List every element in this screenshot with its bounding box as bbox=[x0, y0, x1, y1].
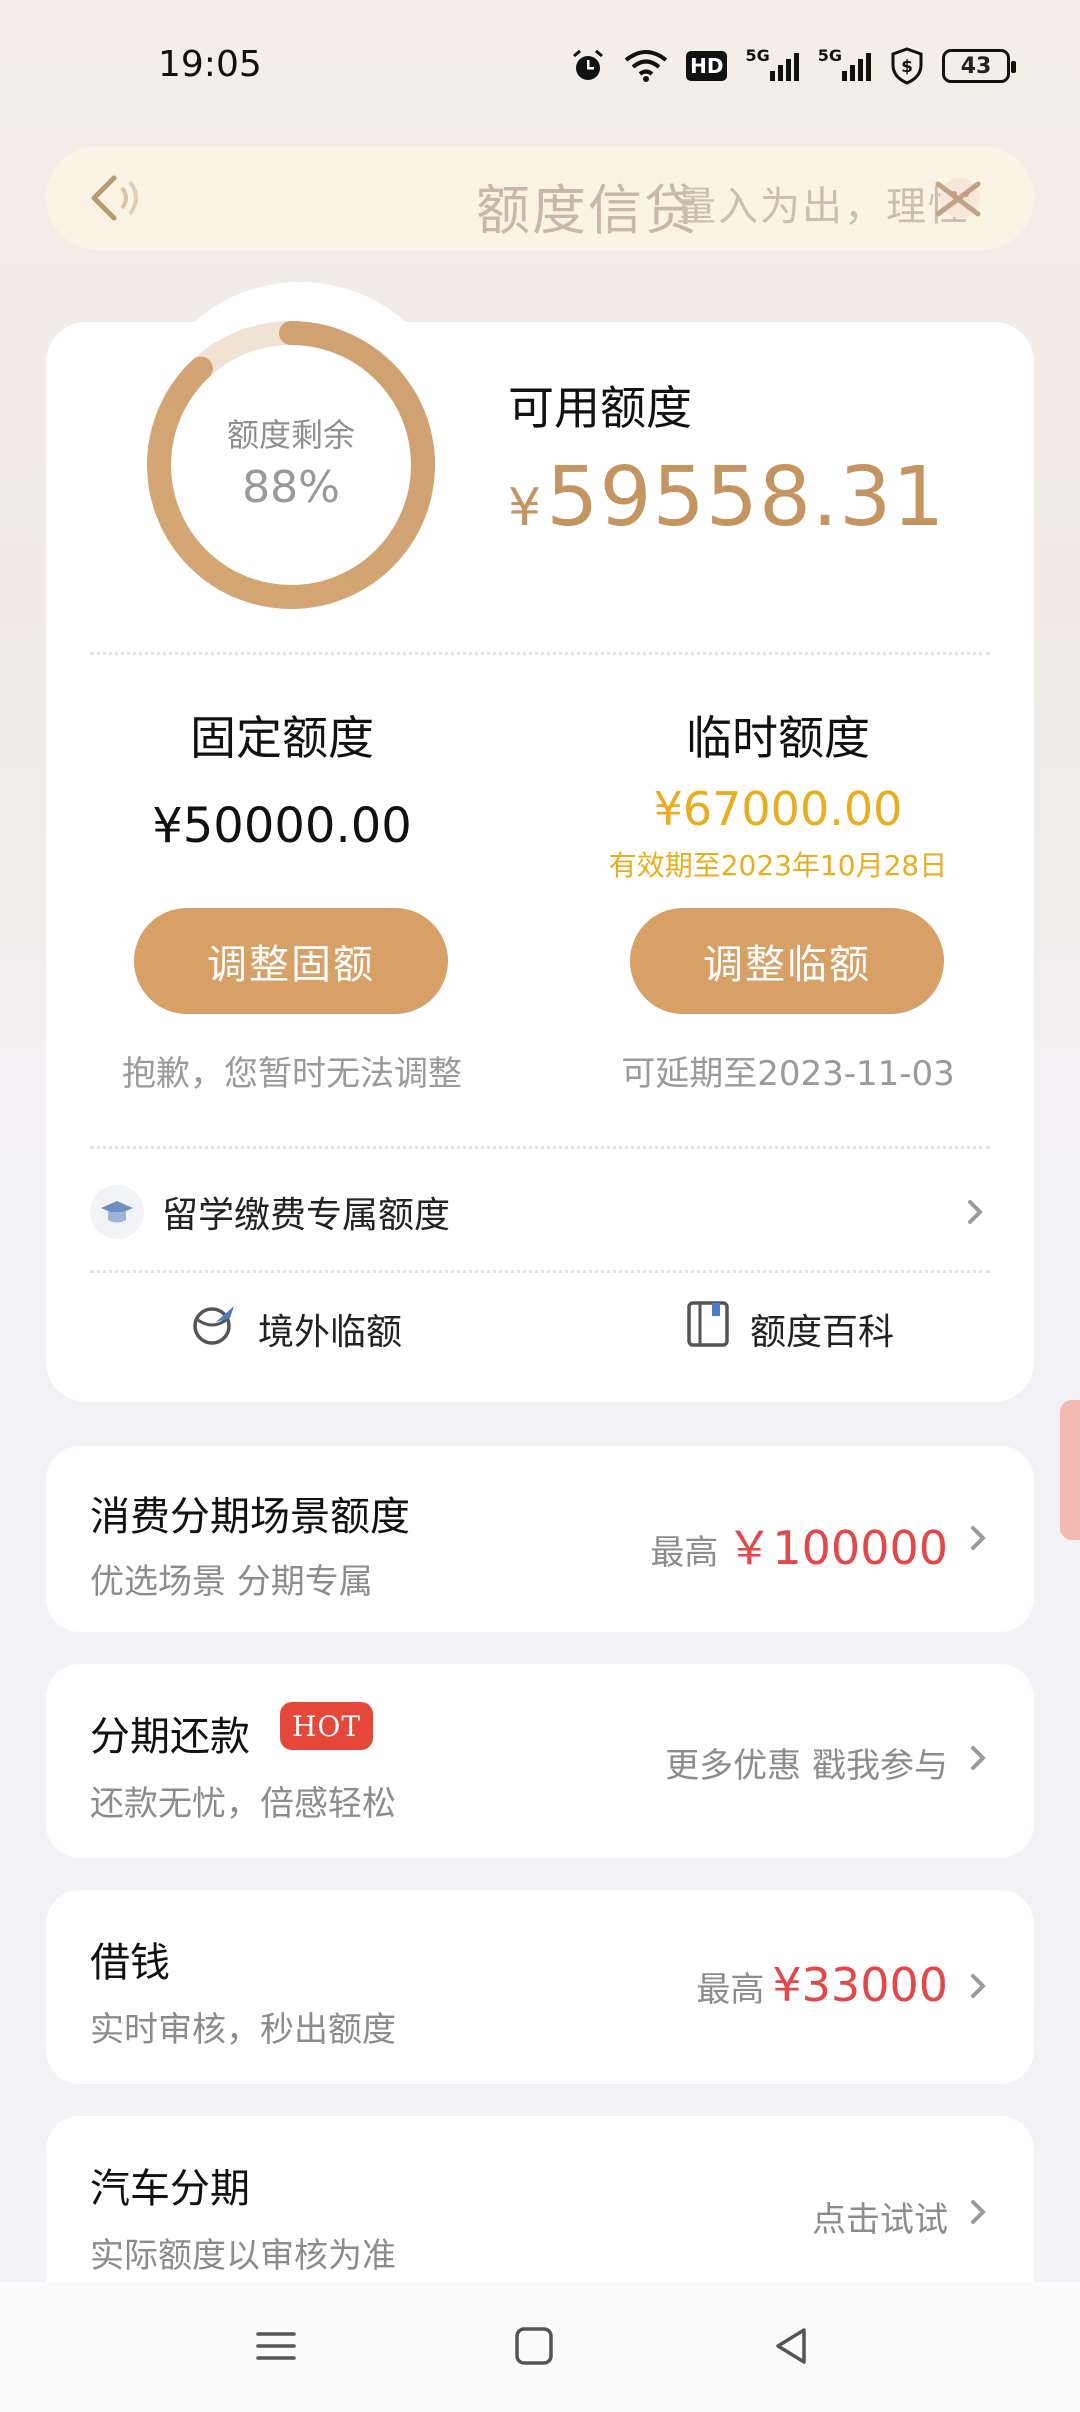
study-abroad-credit-row[interactable]: 留学缴费专属额度 bbox=[90, 1172, 990, 1252]
max-amount: ¥33000 bbox=[772, 1958, 948, 2012]
floating-side-tab[interactable] bbox=[1060, 1400, 1080, 1540]
card-subtitle: 优选场景 分期专属 bbox=[90, 1562, 373, 1602]
adjust-fixed-button[interactable]: 调整固额 bbox=[134, 908, 448, 1014]
home-icon[interactable] bbox=[504, 2316, 564, 2376]
max-amount: ￥100000 bbox=[726, 1521, 948, 1575]
chevron-right-icon bbox=[964, 1518, 992, 1558]
signal-5g-label-2: 5G bbox=[817, 46, 842, 65]
globe-plane-icon bbox=[190, 1300, 238, 1357]
header-bar: 额度信贷 量入为出，理性 bbox=[46, 146, 1034, 250]
card-right-value: 最高 ￥100000 bbox=[650, 1512, 948, 1578]
card-subtitle: 实时审核，秒出额度 bbox=[90, 2010, 396, 2050]
back-icon[interactable] bbox=[762, 2316, 822, 2376]
signal-5g-icon-2: 5G bbox=[818, 46, 872, 86]
speaker-back-icon[interactable] bbox=[86, 170, 150, 226]
available-label: 可用额度 bbox=[508, 381, 692, 435]
alarm-icon bbox=[570, 46, 606, 86]
try-text: 点击试试 bbox=[812, 2200, 948, 2240]
max-prefix: 最高 bbox=[650, 1533, 719, 1573]
status-bar: 19:05 HD 5G 5G $ 43 bbox=[0, 0, 1080, 140]
credit-summary-card: 额度剩余 88% 可用额度 ¥ 59558.31 固定额度 ¥50000.00 … bbox=[46, 282, 1034, 1402]
installment-repayment-card[interactable]: 分期还款 HOT 还款无忧，倍感轻松 更多优惠 戳我参与 bbox=[46, 1664, 1034, 1858]
menu-icon[interactable] bbox=[246, 2316, 306, 2376]
divider bbox=[90, 1146, 990, 1149]
study-abroad-label: 留学缴费专属额度 bbox=[162, 1195, 451, 1236]
signal-5g-label: 5G bbox=[745, 46, 770, 65]
graduation-cap-icon bbox=[90, 1185, 144, 1239]
credit-encyclopedia-link[interactable]: 额度百科 bbox=[686, 1300, 894, 1357]
shield-dollar-icon: $ bbox=[890, 46, 924, 86]
header-slogan: 量入为出，理性 bbox=[676, 184, 970, 230]
temporary-extend-note: 可延期至2023-11-03 bbox=[621, 1054, 955, 1094]
max-prefix: 最高 bbox=[696, 1970, 765, 2010]
card-subtitle: 还款无忧，倍感轻松 bbox=[90, 1784, 396, 1824]
fixed-credit-amount: ¥50000.00 bbox=[152, 798, 412, 854]
card-right-value: 更多优惠 戳我参与 bbox=[665, 1738, 948, 1787]
status-icons: HD 5G 5G $ 43 bbox=[570, 46, 1016, 86]
temporary-credit-validity: 有效期至2023年10月28日 bbox=[608, 849, 948, 882]
available-amount: ¥ 59558.31 bbox=[508, 450, 945, 545]
card-right-value: 点击试试 bbox=[812, 2192, 948, 2241]
divider bbox=[90, 1270, 990, 1273]
wifi-icon bbox=[624, 46, 668, 86]
hd-icon: HD bbox=[686, 51, 728, 81]
fixed-adjust-note: 抱歉，您暂时无法调整 bbox=[122, 1054, 462, 1094]
available-value: 59558.31 bbox=[546, 450, 946, 545]
chevron-right-icon bbox=[960, 1192, 990, 1232]
remaining-label: 额度剩余 bbox=[226, 416, 355, 454]
divider bbox=[90, 652, 990, 655]
book-icon bbox=[686, 1300, 730, 1357]
credit-encyclopedia-label: 额度百科 bbox=[750, 1311, 895, 1353]
adjust-temporary-button[interactable]: 调整临额 bbox=[630, 908, 944, 1014]
temporary-credit-amount: ¥67000.00 bbox=[653, 782, 903, 836]
svg-text:$: $ bbox=[901, 57, 913, 77]
borrow-money-card[interactable]: 借钱 实时审核，秒出额度 最高 ¥33000 bbox=[46, 1890, 1034, 2084]
card-subtitle: 实际额度以审核为准 bbox=[90, 2236, 396, 2276]
fixed-credit-title: 固定额度 bbox=[190, 711, 374, 765]
hot-badge: HOT bbox=[280, 1702, 374, 1750]
card-right-value: 最高 ¥33000 bbox=[696, 1958, 948, 2012]
battery-indicator: 43 bbox=[942, 49, 1016, 83]
page-title: 额度信贷 bbox=[476, 179, 700, 242]
system-nav-bar bbox=[0, 2282, 1080, 2412]
chevron-right-icon bbox=[964, 2192, 992, 2232]
card-title: 分期还款 bbox=[90, 1714, 250, 1760]
signal-5g-icon: 5G bbox=[745, 46, 799, 86]
card-title: 汽车分期 bbox=[90, 2166, 250, 2212]
fixed-credit-column: 固定额度 ¥50000.00 bbox=[92, 702, 472, 854]
temporary-credit-title: 临时额度 bbox=[686, 711, 870, 765]
available-currency: ¥ bbox=[508, 478, 542, 538]
status-time: 19:05 bbox=[158, 44, 262, 85]
installment-scene-credit-card[interactable]: 消费分期场景额度 优选场景 分期专属 最高 ￥100000 bbox=[46, 1446, 1034, 1632]
card-title: 消费分期场景额度 bbox=[90, 1494, 410, 1540]
promo-text: 更多优惠 戳我参与 bbox=[665, 1746, 948, 1786]
temporary-credit-column: 临时额度 ¥67000.00 有效期至2023年10月28日 bbox=[588, 702, 968, 884]
chevron-right-icon bbox=[964, 1966, 992, 2006]
overseas-credit-label: 境外临额 bbox=[258, 1311, 403, 1353]
overseas-credit-link[interactable]: 境外临额 bbox=[190, 1300, 402, 1357]
chevron-right-icon bbox=[964, 1738, 992, 1778]
remaining-percent: 88% bbox=[242, 462, 340, 513]
card-title: 借钱 bbox=[90, 1940, 170, 1986]
close-mascot-icon[interactable] bbox=[928, 170, 988, 226]
